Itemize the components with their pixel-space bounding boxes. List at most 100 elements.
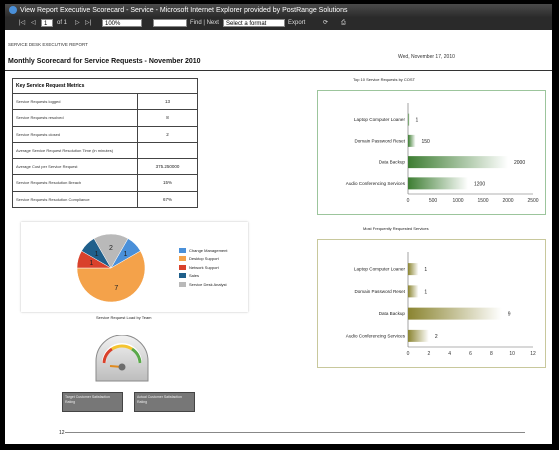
footer-value: 12 bbox=[59, 430, 65, 436]
metric-value: 2 bbox=[166, 131, 169, 137]
first-page-icon[interactable]: |◁ bbox=[19, 17, 25, 30]
metric-label: Average Service Request Resolution Time … bbox=[13, 142, 138, 159]
gauge-hub bbox=[118, 363, 126, 371]
metric-label: Service Requests logged bbox=[13, 94, 138, 110]
prev-page-icon[interactable]: ◁ bbox=[31, 17, 36, 30]
bar bbox=[408, 307, 502, 320]
refresh-icon[interactable]: ⟳ bbox=[323, 17, 328, 30]
table-row: Average Service Request Resolution Time … bbox=[13, 142, 197, 160]
data-label: 2000 bbox=[514, 160, 525, 166]
slice-label: 1 bbox=[89, 260, 93, 267]
legend-item: Network Support bbox=[179, 263, 227, 272]
table-row: Service Requests logged 13 bbox=[13, 94, 197, 111]
footer-line bbox=[65, 432, 525, 433]
legend-swatch bbox=[179, 256, 186, 262]
slice-label: 2 bbox=[109, 245, 113, 252]
table-row: Average Cost per Service Request 375.2500… bbox=[13, 159, 197, 176]
metric-value: 375.250000 bbox=[155, 164, 180, 170]
slice-label: 7 bbox=[114, 285, 118, 292]
metric-label: Service Requests closed bbox=[13, 126, 138, 142]
freq-chart-panel: 0 2 4 6 8 10 12 Laptop Computer Loaner 1 Domain P… bbox=[317, 239, 546, 368]
next-page-icon[interactable]: ▷ bbox=[75, 17, 80, 30]
x-tick-label: 0 bbox=[407, 198, 410, 204]
data-label: 150 bbox=[422, 139, 431, 145]
legend-label: Change Management bbox=[189, 247, 228, 253]
actual-satisfaction-box: Actual Customer Satisfaction Rating bbox=[134, 392, 195, 412]
legend-item: Change Management bbox=[179, 246, 227, 255]
data-label: 1 bbox=[424, 289, 427, 295]
x-tick-label: 8 bbox=[490, 351, 493, 357]
metrics-table: Key Service Request Metrics Service Requ… bbox=[12, 78, 198, 209]
cost-chart-panel: 0 500 1000 1500 2000 2500 Laptop Computer Loan… bbox=[317, 90, 546, 215]
table-row: Service Requests Resolution Breach 15% bbox=[13, 175, 197, 192]
bar bbox=[408, 156, 508, 169]
zoom-select[interactable]: 100% bbox=[102, 19, 142, 27]
team-pie-chart: 17112 bbox=[76, 233, 146, 303]
data-label: 1 bbox=[424, 267, 427, 273]
metric-label: Service Requests resolved bbox=[13, 110, 138, 126]
bar bbox=[408, 134, 416, 147]
x-tick-label: 2000 bbox=[502, 198, 513, 204]
report-date: Wed, November 17, 2010 bbox=[398, 54, 455, 60]
data-label: 9 bbox=[508, 312, 511, 318]
pie-legend: Change Management Desktop Support Network … bbox=[179, 246, 227, 289]
table-row: Service Requests Resolution Compliance 67… bbox=[13, 191, 197, 209]
x-tick-label: 10 bbox=[509, 351, 515, 357]
x-tick-label: 4 bbox=[448, 351, 451, 357]
category-label: Data Backup bbox=[379, 311, 406, 316]
gauge-graphic bbox=[95, 334, 149, 382]
browser-window: View Report Executive Scorecard - Servic… bbox=[5, 4, 552, 444]
bar bbox=[408, 263, 419, 276]
print-icon[interactable]: ⎙ bbox=[341, 17, 346, 30]
metric-label: Service Requests Resolution Breach bbox=[13, 175, 138, 191]
table-row: Service Requests resolved 8 bbox=[13, 110, 197, 127]
legend-label: Desktop Support bbox=[189, 256, 219, 262]
find-next-link[interactable]: Find | Next bbox=[190, 17, 219, 30]
ie-icon bbox=[9, 6, 17, 14]
legend-label: Network Support bbox=[189, 264, 219, 270]
legend-item: Sales bbox=[179, 272, 227, 281]
satisfaction-gauge bbox=[92, 334, 152, 385]
table-row: Service Requests closed 2 bbox=[13, 126, 197, 143]
x-tick-label: 2 bbox=[427, 351, 430, 357]
category-label: Domain Password Reset bbox=[354, 289, 405, 294]
x-tick-label: 1000 bbox=[452, 198, 463, 204]
cost-bar-chart: 0 500 1000 1500 2000 2500 Laptop Computer Loan… bbox=[346, 103, 539, 204]
pie-chart-title: Service Request Load by Team bbox=[96, 315, 152, 320]
x-tick-label: 1500 bbox=[477, 198, 488, 204]
x-tick-label: 6 bbox=[469, 351, 472, 357]
window-title: View Report Executive Scorecard - Servic… bbox=[20, 7, 348, 14]
x-tick-label: 12 bbox=[530, 351, 536, 357]
legend-swatch bbox=[179, 281, 186, 287]
page-title: Monthly Scorecard for Service Requests -… bbox=[8, 58, 201, 65]
find-input[interactable] bbox=[153, 19, 187, 27]
metric-label: Average Cost per Service Request bbox=[13, 159, 138, 175]
x-tick-label: 2500 bbox=[527, 198, 538, 204]
metric-value: 8 bbox=[166, 115, 169, 121]
data-label: 1 bbox=[416, 118, 419, 124]
category-label: Audio Conferencing Services bbox=[346, 181, 406, 186]
metrics-heading: Key Service Request Metrics bbox=[13, 79, 197, 94]
export-link[interactable]: Export bbox=[288, 17, 305, 30]
legend-item: Service Desk Analyst bbox=[179, 280, 227, 289]
title-divider bbox=[5, 70, 552, 71]
category-label: Data Backup bbox=[379, 160, 406, 165]
category-label: Laptop Computer Loaner bbox=[354, 267, 406, 272]
cost-chart-title: Top 10 Service Requests by COST bbox=[353, 77, 416, 82]
last-page-icon[interactable]: ▷| bbox=[85, 17, 91, 30]
format-select[interactable]: Select a format bbox=[223, 19, 285, 27]
x-tick-label: 0 bbox=[407, 351, 410, 357]
page-number-input[interactable]: 1 bbox=[41, 19, 53, 27]
category-label: Laptop Computer Loaner bbox=[354, 117, 406, 122]
metric-value bbox=[138, 143, 197, 158]
freq-bar-chart: 0 2 4 6 8 10 12 Laptop Computer Loaner 1 Domain P… bbox=[346, 252, 536, 357]
metric-label: Service Requests Resolution Compliance bbox=[13, 191, 138, 208]
report-body: SERVICE DESK EXECUTIVE REPORT Wed, Novem… bbox=[5, 30, 552, 444]
legend-item: Desktop Support bbox=[179, 255, 227, 264]
category-label: Domain Password Reset bbox=[354, 138, 405, 143]
target-satisfaction-box: Target Customer Satisfaction Rating bbox=[62, 392, 123, 412]
bar bbox=[408, 113, 410, 126]
legend-label: Service Desk Analyst bbox=[189, 281, 227, 287]
title-bar: View Report Executive Scorecard - Servic… bbox=[5, 4, 552, 17]
legend-swatch bbox=[179, 273, 186, 279]
